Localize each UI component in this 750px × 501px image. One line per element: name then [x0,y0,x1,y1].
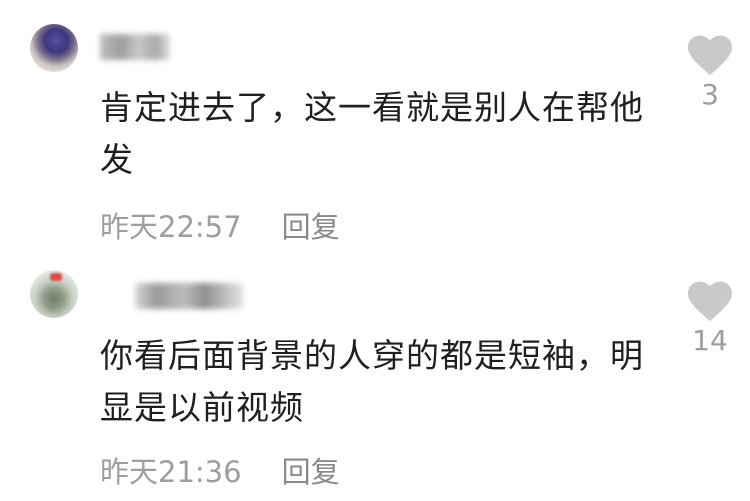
heart-icon [688,35,732,75]
comment-timestamp: 昨天22:57 [100,210,242,244]
comment-meta: 昨天21:36 回复 [100,449,340,491]
like-count: 3 [701,78,719,111]
avatar[interactable] [30,270,78,318]
comment-meta: 昨天22:57 回复 [100,204,340,246]
heart-icon [688,281,732,321]
reply-button[interactable]: 回复 [282,455,340,489]
reply-button[interactable]: 回复 [282,210,340,244]
avatar-decoration [50,273,62,281]
username-blurred[interactable] [100,34,170,60]
username-blurred[interactable] [135,283,243,309]
comment-timestamp: 昨天21:36 [100,455,242,489]
comment-text: 肯定进去了，这一看就是别人在帮他发 [100,88,644,179]
like-button[interactable]: 14 [680,280,740,357]
comment-text: 你看后面背景的人穿的都是短袖，明显是以前视频 [100,336,644,427]
like-button[interactable]: 3 [680,34,740,111]
like-count: 14 [692,324,728,357]
avatar[interactable] [30,24,78,72]
